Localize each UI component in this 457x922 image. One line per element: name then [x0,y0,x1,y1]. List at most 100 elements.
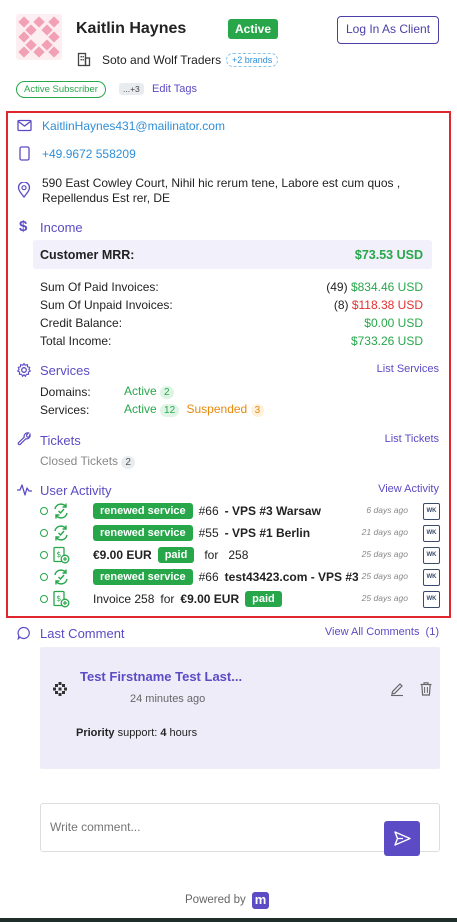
tickets-title: Tickets [40,433,81,448]
staff-avatar: WK [423,569,440,586]
comment-icon [17,626,31,643]
client-name: Kaitlin Haynes [76,20,187,37]
comment-card [40,647,440,769]
status-dot [40,551,48,559]
phone-icon [19,146,30,164]
dollar-icon: $ [19,218,28,235]
delete-comment-icon[interactable] [419,681,433,700]
comment-time: 24 minutes ago [130,693,206,705]
unpaid-invoices-value: (8) $118.38 USD [334,298,423,312]
write-comment-input[interactable] [50,814,370,840]
services-status: Active 12 Suspended 3 [124,402,265,417]
mrr-value: $73.53 USD [354,248,423,262]
renewed-service-badge: renewed service [93,503,193,519]
services-active-label: Active [124,402,157,416]
bottom-bar [0,918,457,922]
activity-row: renewed service #66 test43423.com - VPS … [40,568,440,588]
client-email-link[interactable]: KaitlinHaynes431@mailinator.com [42,119,225,133]
tag-active-subscriber[interactable]: Active Subscriber [16,81,106,98]
domains-label: Domains: [40,385,91,399]
status-dot [40,595,48,603]
list-services-link[interactable]: List Services [377,363,439,375]
comments-count: (1) [425,626,439,638]
paid-invoices-label: Sum Of Paid Invoices: [40,280,159,294]
closed-tickets-count: 2 [121,456,135,469]
closed-tickets-label: Closed Tickets [40,454,119,468]
wrench-icon [17,432,32,450]
comment-text-end: hours [166,727,198,739]
renewed-service-badge: renewed service [93,569,193,585]
services-suspended-count: 3 [250,404,265,417]
for-label: for [160,592,175,606]
view-all-comments[interactable]: View All Comments (1) [325,626,439,638]
status-dot [40,573,48,581]
total-income-value: $733.26 USD [350,334,423,348]
list-tickets-link[interactable]: List Tickets [385,433,439,445]
send-icon [394,831,411,846]
mail-icon [17,119,32,135]
renew-icon [52,524,70,542]
total-income-label: Total Income: [40,334,112,348]
services-label: Services: [40,403,90,417]
staff-avatar: WK [423,547,440,564]
gear-icon [16,362,32,381]
send-comment-button[interactable] [384,821,420,856]
mrr-label: Customer MRR: [40,248,135,262]
payment-amount: €9.00 EUR [180,592,240,606]
service-name[interactable]: - VPS #3 Warsaw [225,504,321,518]
activity-row: renewed service #55 - VPS #1 Berlin 21 d… [40,524,440,544]
service-name[interactable]: - VPS #1 Berlin [225,526,310,540]
last-comment-title: Last Comment [40,626,125,641]
user-activity-title: User Activity [40,483,112,498]
comment-author[interactable]: Test Firstname Test Last... [80,669,242,684]
paid-invoices-count: (49) [326,280,348,294]
tags-more-badge[interactable]: ...+3 [119,83,144,95]
activity-time: 25 days ago [361,593,408,603]
activity-content: renewed service #55 - VPS #1 Berlin [93,524,310,542]
unpaid-invoices-amount: $118.38 USD [351,298,423,312]
credit-balance-label: Credit Balance: [40,316,123,330]
powered-by-text: Powered by [185,894,246,906]
income-title: Income [40,220,83,235]
invoice-paid-icon: $ [52,546,70,564]
brand-logo[interactable]: m [252,892,269,909]
comment-text: support: [114,727,161,739]
login-as-client-button[interactable]: Log In As Client [337,16,439,44]
renew-icon [52,568,70,586]
invoice-ref[interactable]: Invoice 258 [93,592,154,606]
service-id[interactable]: #55 [199,526,219,540]
services-active-count: 12 [160,404,180,417]
renew-icon [52,502,70,520]
view-activity-link[interactable]: View Activity [378,483,439,495]
activity-content: renewed service #66 - VPS #3 Warsaw [93,502,321,520]
paid-invoices-amount: $834.46 USD [350,280,423,294]
status-dot [40,507,48,515]
invoice-paid-icon: $ [52,590,70,608]
brands-badge[interactable]: +2 brands [226,53,279,67]
company-name: Soto and Wolf Traders [102,53,222,67]
service-id[interactable]: #66 [199,504,219,518]
edit-comment-icon[interactable] [389,681,405,700]
closed-tickets: Closed Tickets 2 [40,454,135,469]
client-phone-link[interactable]: +49.9672 558209 [42,147,136,161]
edit-tags-link[interactable]: Edit Tags [152,83,197,95]
domains-active-label: Active [124,384,157,398]
services-suspended-label: Suspended [186,402,248,416]
svg-text:$: $ [56,550,61,559]
client-avatar [16,14,62,60]
building-icon [77,52,91,67]
unpaid-invoices-count: (8) [333,298,349,312]
activity-time: 21 days ago [361,527,408,537]
comment-bold-priority: Priority [76,727,115,739]
for-label: for [204,548,219,562]
invoice-ref[interactable]: 258 [228,548,248,562]
domains-count: 2 [160,386,174,399]
comment-author-avatar [52,681,68,700]
service-name[interactable]: test43423.com - VPS #3 [225,570,358,584]
view-all-comments-link[interactable]: View All Comments [325,626,420,638]
activity-content: Invoice 258 for €9.00 EUR paid [93,590,282,608]
credit-balance-value: $0.00 USD [364,316,423,330]
service-id[interactable]: #66 [199,570,219,584]
activity-icon [16,483,33,500]
staff-avatar: WK [423,525,440,542]
